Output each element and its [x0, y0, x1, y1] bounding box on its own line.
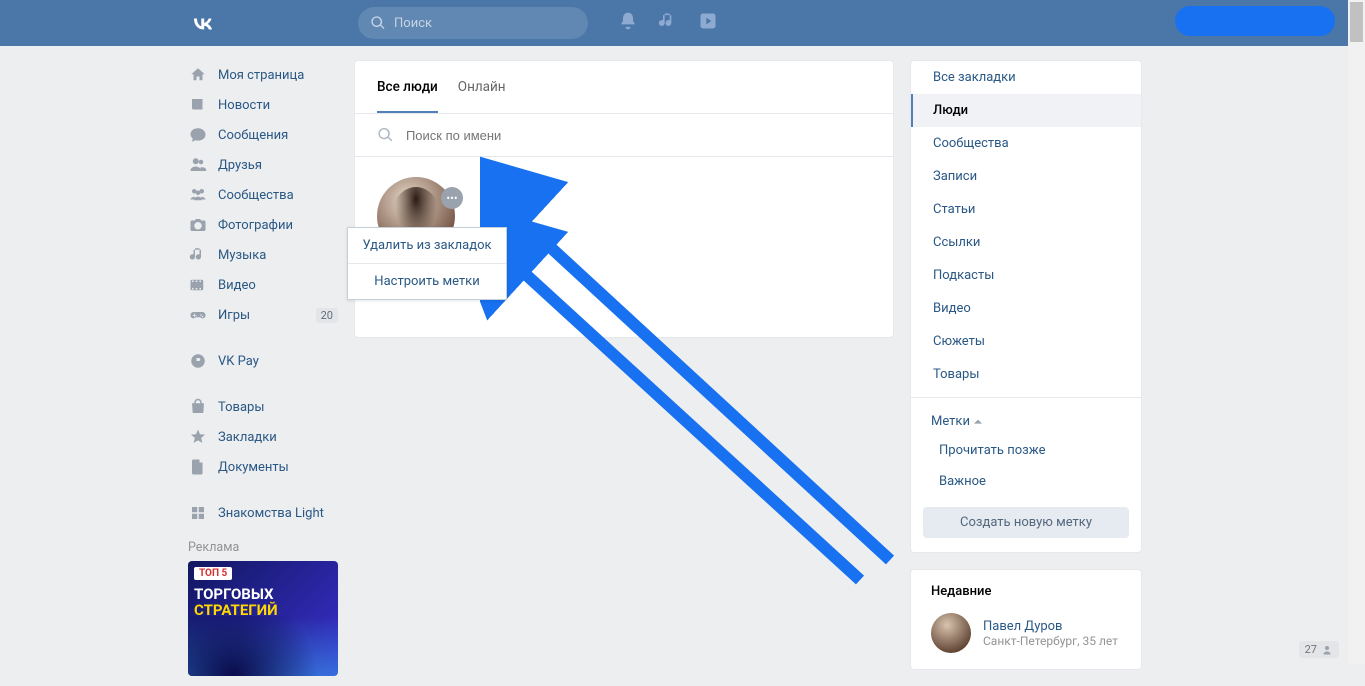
nav-docs[interactable]: Документы — [188, 452, 338, 482]
camera-icon — [189, 216, 207, 234]
nav-groups[interactable]: Сообщества — [188, 180, 338, 210]
bookmarks-card: Все люди Онлайн ••• Павел Дуров Удалить … — [354, 60, 894, 338]
header-bar: Поиск — [0, 0, 1365, 46]
grid-icon — [189, 504, 207, 522]
nav-photos[interactable]: Фотографии — [188, 210, 338, 240]
nav-my-page[interactable]: Моя страница — [188, 60, 338, 90]
recent-name: Павел Дуров — [983, 619, 1118, 634]
context-menu: Удалить из закладок Настроить метки — [347, 227, 507, 300]
ad-banner[interactable]: ТОП 5 ТОРГОВЫХ СТРАТЕГИЙ — [188, 561, 338, 676]
people-search[interactable] — [355, 114, 893, 157]
games-badge: 20 — [316, 308, 338, 323]
person-icon — [1321, 644, 1333, 656]
tab-online[interactable]: Онлайн — [458, 61, 506, 113]
nav-dating[interactable]: Знакомства Light — [188, 498, 338, 528]
nav-games[interactable]: Игры20 — [188, 300, 338, 330]
scrollbar[interactable] — [1348, 0, 1365, 664]
nav-friends[interactable]: Друзья — [188, 150, 338, 180]
person-card[interactable]: ••• Павел Дуров Удалить из закладок Наст… — [377, 177, 457, 278]
friends-icon — [189, 156, 207, 174]
search-placeholder: Поиск — [394, 16, 432, 31]
left-sidebar: Моя страница Новости Сообщения Друзья Со… — [188, 60, 338, 686]
star-icon — [189, 428, 207, 446]
groups-icon — [189, 186, 207, 204]
gamepad-icon — [189, 306, 207, 324]
notifications-icon[interactable] — [618, 11, 638, 35]
search-icon — [370, 15, 386, 31]
nav-news[interactable]: Новости — [188, 90, 338, 120]
tabs: Все люди Онлайн — [355, 61, 893, 114]
video-icon — [189, 276, 207, 294]
nav-messages[interactable]: Сообщения — [188, 120, 338, 150]
recent-avatar — [931, 613, 971, 653]
recent-header: Недавние — [911, 570, 1141, 613]
pay-icon — [189, 352, 207, 370]
members-counter[interactable]: 27 — [1299, 641, 1339, 658]
header-search[interactable]: Поиск — [358, 7, 588, 39]
nav-market[interactable]: Товары — [188, 392, 338, 422]
home-icon — [189, 66, 207, 84]
recent-item[interactable]: Павел Дуров Санкт-Петербург, 35 лет — [911, 613, 1141, 669]
tag-read-later[interactable]: Прочитать позже — [911, 435, 1141, 466]
message-icon — [189, 126, 207, 144]
cat-market[interactable]: Товары — [911, 358, 1141, 391]
nav-music[interactable]: Музыка — [188, 240, 338, 270]
ad-label: Реклама — [188, 540, 338, 555]
recent-card: Недавние Павел Дуров Санкт-Петербург, 35… — [910, 569, 1142, 670]
more-button[interactable]: ••• — [441, 187, 463, 209]
menu-remove-bookmark[interactable]: Удалить из закладок — [348, 228, 506, 263]
search-icon — [377, 126, 394, 144]
cat-stories[interactable]: Сюжеты — [911, 325, 1141, 358]
vk-logo[interactable] — [188, 8, 218, 38]
tab-all-people[interactable]: Все люди — [377, 61, 438, 113]
bookmark-categories: Все закладки Люди Сообщества Записи Стат… — [910, 60, 1142, 553]
music-icon[interactable] — [658, 11, 678, 35]
nav-video[interactable]: Видео — [188, 270, 338, 300]
cat-links[interactable]: Ссылки — [911, 226, 1141, 259]
nav-bookmarks[interactable]: Закладки — [188, 422, 338, 452]
cat-all[interactable]: Все закладки — [911, 61, 1141, 94]
cat-video[interactable]: Видео — [911, 292, 1141, 325]
note-icon — [189, 246, 207, 264]
user-menu[interactable] — [1175, 6, 1335, 36]
cat-groups[interactable]: Сообщества — [911, 127, 1141, 160]
doc-icon — [189, 458, 207, 476]
tags-header[interactable]: Метки — [911, 404, 1141, 435]
nav-vkpay[interactable]: VK Pay — [188, 346, 338, 376]
cat-people[interactable]: Люди — [911, 94, 1141, 127]
menu-configure-tags[interactable]: Настроить метки — [348, 263, 506, 299]
tag-important[interactable]: Важное — [911, 466, 1141, 497]
recent-subtitle: Санкт-Петербург, 35 лет — [983, 634, 1118, 648]
chevron-up-icon — [974, 419, 982, 425]
news-icon — [189, 96, 207, 114]
cat-podcasts[interactable]: Подкасты — [911, 259, 1141, 292]
people-search-input[interactable] — [406, 128, 871, 143]
cat-posts[interactable]: Записи — [911, 160, 1141, 193]
create-tag-button[interactable]: Создать новую метку — [923, 507, 1129, 538]
cat-articles[interactable]: Статьи — [911, 193, 1141, 226]
play-icon[interactable] — [698, 11, 718, 35]
bag-icon — [189, 398, 207, 416]
